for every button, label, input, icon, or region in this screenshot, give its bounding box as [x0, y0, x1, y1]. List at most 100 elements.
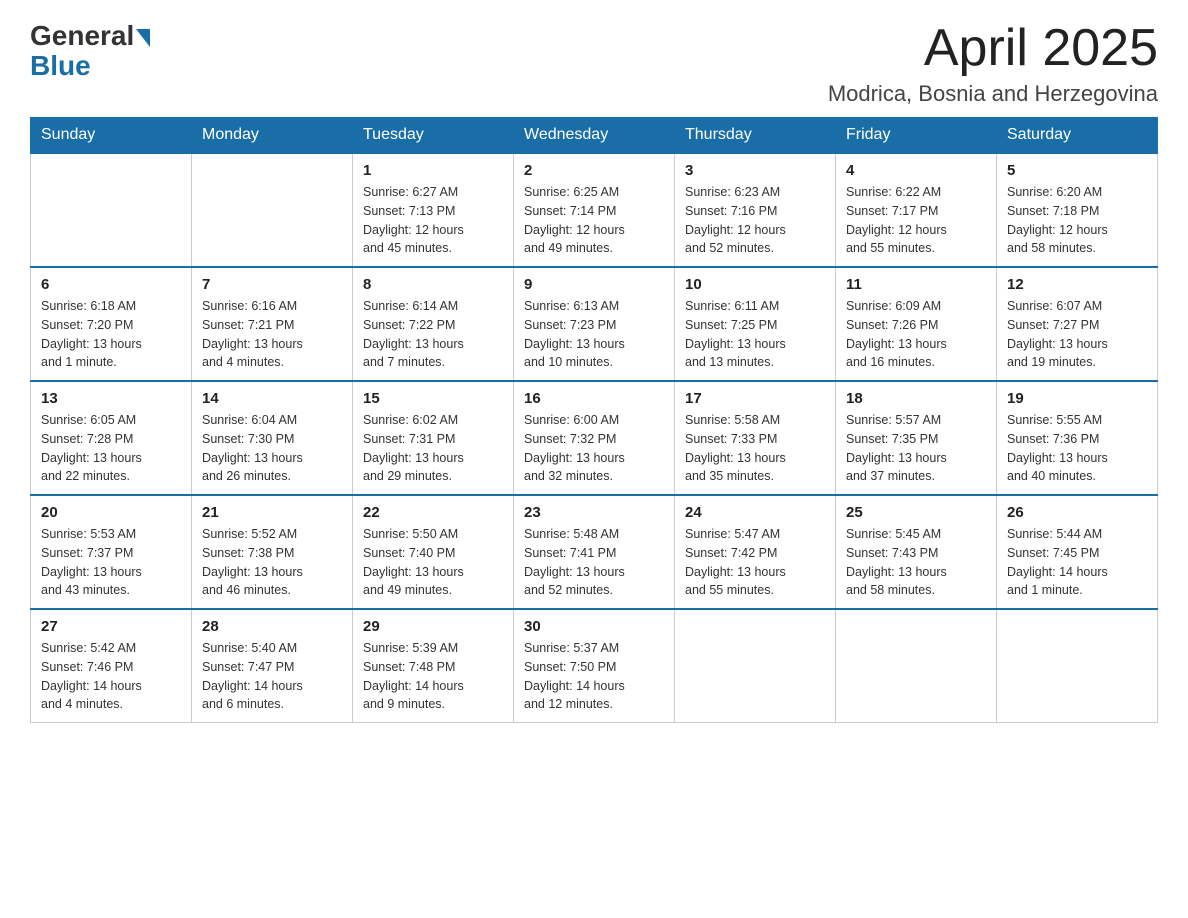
- day-number: 13: [41, 390, 181, 407]
- day-cell: 2 Sunrise: 6:25 AMSunset: 7:14 PMDaylight…: [514, 153, 675, 267]
- day-info: Sunrise: 6:04 AMSunset: 7:30 PMDaylight:…: [202, 411, 342, 486]
- day-cell: 11 Sunrise: 6:09 AMSunset: 7:26 PMDayligh…: [836, 267, 997, 381]
- page-header: General Blue April 2025 Modrica, Bosnia …: [30, 20, 1158, 107]
- day-cell: 19 Sunrise: 5:55 AMSunset: 7:36 PMDayligh…: [997, 381, 1158, 495]
- day-cell: 26Sunrise: 5:44 AMSunset: 7:45 PMDayligh…: [997, 495, 1158, 609]
- day-info: Sunrise: 5:58 AMSunset: 7:33 PMDaylight:…: [685, 411, 825, 486]
- calendar-subtitle: Modrica, Bosnia and Herzegovina: [828, 81, 1158, 107]
- day-cell: 3 Sunrise: 6:23 AMSunset: 7:16 PMDaylight…: [675, 153, 836, 267]
- day-cell: 20 Sunrise: 5:53 AMSunset: 7:37 PMDayligh…: [31, 495, 192, 609]
- day-cell: [675, 609, 836, 723]
- day-number: 22: [363, 504, 503, 521]
- day-number: 3: [685, 162, 825, 179]
- day-cell: 12 Sunrise: 6:07 AMSunset: 7:27 PMDayligh…: [997, 267, 1158, 381]
- day-number: 4: [846, 162, 986, 179]
- day-info: Sunrise: 6:14 AMSunset: 7:22 PMDaylight:…: [363, 297, 503, 372]
- day-info: Sunrise: 6:25 AMSunset: 7:14 PMDaylight:…: [524, 183, 664, 258]
- day-info: Sunrise: 5:40 AMSunset: 7:47 PMDaylight:…: [202, 639, 342, 714]
- day-info: Sunrise: 5:53 AMSunset: 7:37 PMDaylight:…: [41, 525, 181, 600]
- day-number: 11: [846, 276, 986, 293]
- day-info: Sunrise: 5:55 AMSunset: 7:36 PMDaylight:…: [1007, 411, 1147, 486]
- day-number: 27: [41, 618, 181, 635]
- header-cell-thursday: Thursday: [675, 118, 836, 154]
- day-cell: 25 Sunrise: 5:45 AMSunset: 7:43 PMDayligh…: [836, 495, 997, 609]
- day-info: Sunrise: 5:45 AMSunset: 7:43 PMDaylight:…: [846, 525, 986, 600]
- day-cell: [31, 153, 192, 267]
- day-cell: 21 Sunrise: 5:52 AMSunset: 7:38 PMDayligh…: [192, 495, 353, 609]
- day-number: 29: [363, 618, 503, 635]
- day-info: Sunrise: 6:18 AMSunset: 7:20 PMDaylight:…: [41, 297, 181, 372]
- day-cell: 4Sunrise: 6:22 AMSunset: 7:17 PMDaylight…: [836, 153, 997, 267]
- day-cell: 27 Sunrise: 5:42 AMSunset: 7:46 PMDayligh…: [31, 609, 192, 723]
- day-cell: 9 Sunrise: 6:13 AMSunset: 7:23 PMDaylight…: [514, 267, 675, 381]
- day-info: Sunrise: 6:16 AMSunset: 7:21 PMDaylight:…: [202, 297, 342, 372]
- day-cell: 1 Sunrise: 6:27 AMSunset: 7:13 PMDaylight…: [353, 153, 514, 267]
- day-info: Sunrise: 6:13 AMSunset: 7:23 PMDaylight:…: [524, 297, 664, 372]
- day-number: 1: [363, 162, 503, 179]
- day-info: Sunrise: 5:50 AMSunset: 7:40 PMDaylight:…: [363, 525, 503, 600]
- day-number: 21: [202, 504, 342, 521]
- logo: General Blue: [30, 20, 150, 82]
- day-info: Sunrise: 6:23 AMSunset: 7:16 PMDaylight:…: [685, 183, 825, 258]
- day-cell: 15 Sunrise: 6:02 AMSunset: 7:31 PMDayligh…: [353, 381, 514, 495]
- day-info: Sunrise: 5:52 AMSunset: 7:38 PMDaylight:…: [202, 525, 342, 600]
- day-number: 16: [524, 390, 664, 407]
- calendar-title: April 2025: [828, 20, 1158, 77]
- day-number: 28: [202, 618, 342, 635]
- day-info: Sunrise: 6:11 AMSunset: 7:25 PMDaylight:…: [685, 297, 825, 372]
- week-row-2: 6 Sunrise: 6:18 AMSunset: 7:20 PMDaylight…: [31, 267, 1158, 381]
- day-number: 20: [41, 504, 181, 521]
- title-section: April 2025 Modrica, Bosnia and Herzegovi…: [828, 20, 1158, 107]
- day-number: 24: [685, 504, 825, 521]
- day-number: 9: [524, 276, 664, 293]
- day-info: Sunrise: 5:39 AMSunset: 7:48 PMDaylight:…: [363, 639, 503, 714]
- day-cell: 8 Sunrise: 6:14 AMSunset: 7:22 PMDaylight…: [353, 267, 514, 381]
- day-cell: 17Sunrise: 5:58 AMSunset: 7:33 PMDayligh…: [675, 381, 836, 495]
- day-cell: 16 Sunrise: 6:00 AMSunset: 7:32 PMDayligh…: [514, 381, 675, 495]
- day-number: 19: [1007, 390, 1147, 407]
- day-cell: [192, 153, 353, 267]
- logo-blue: Blue: [30, 50, 91, 82]
- day-number: 23: [524, 504, 664, 521]
- day-info: Sunrise: 6:02 AMSunset: 7:31 PMDaylight:…: [363, 411, 503, 486]
- day-number: 14: [202, 390, 342, 407]
- day-cell: [836, 609, 997, 723]
- header-row: SundayMondayTuesdayWednesdayThursdayFrid…: [31, 118, 1158, 154]
- day-cell: 18Sunrise: 5:57 AMSunset: 7:35 PMDayligh…: [836, 381, 997, 495]
- day-info: Sunrise: 5:44 AMSunset: 7:45 PMDaylight:…: [1007, 525, 1147, 600]
- day-cell: 5Sunrise: 6:20 AMSunset: 7:18 PMDaylight…: [997, 153, 1158, 267]
- day-number: 5: [1007, 162, 1147, 179]
- day-cell: 29 Sunrise: 5:39 AMSunset: 7:48 PMDayligh…: [353, 609, 514, 723]
- day-cell: 6 Sunrise: 6:18 AMSunset: 7:20 PMDaylight…: [31, 267, 192, 381]
- day-info: Sunrise: 6:07 AMSunset: 7:27 PMDaylight:…: [1007, 297, 1147, 372]
- header-cell-friday: Friday: [836, 118, 997, 154]
- header-cell-monday: Monday: [192, 118, 353, 154]
- day-info: Sunrise: 6:00 AMSunset: 7:32 PMDaylight:…: [524, 411, 664, 486]
- week-row-3: 13Sunrise: 6:05 AMSunset: 7:28 PMDayligh…: [31, 381, 1158, 495]
- week-row-1: 1 Sunrise: 6:27 AMSunset: 7:13 PMDaylight…: [31, 153, 1158, 267]
- week-row-5: 27 Sunrise: 5:42 AMSunset: 7:46 PMDayligh…: [31, 609, 1158, 723]
- day-cell: 24 Sunrise: 5:47 AMSunset: 7:42 PMDayligh…: [675, 495, 836, 609]
- day-cell: 13Sunrise: 6:05 AMSunset: 7:28 PMDayligh…: [31, 381, 192, 495]
- day-info: Sunrise: 6:09 AMSunset: 7:26 PMDaylight:…: [846, 297, 986, 372]
- day-number: 30: [524, 618, 664, 635]
- day-cell: 14 Sunrise: 6:04 AMSunset: 7:30 PMDayligh…: [192, 381, 353, 495]
- logo-arrow-icon: [136, 29, 150, 47]
- day-info: Sunrise: 5:42 AMSunset: 7:46 PMDaylight:…: [41, 639, 181, 714]
- day-info: Sunrise: 5:48 AMSunset: 7:41 PMDaylight:…: [524, 525, 664, 600]
- day-info: Sunrise: 6:27 AMSunset: 7:13 PMDaylight:…: [363, 183, 503, 258]
- header-cell-saturday: Saturday: [997, 118, 1158, 154]
- day-number: 25: [846, 504, 986, 521]
- day-number: 2: [524, 162, 664, 179]
- day-number: 15: [363, 390, 503, 407]
- logo-general: General: [30, 20, 134, 52]
- day-cell: [997, 609, 1158, 723]
- day-number: 6: [41, 276, 181, 293]
- day-cell: 22 Sunrise: 5:50 AMSunset: 7:40 PMDayligh…: [353, 495, 514, 609]
- day-cell: 10Sunrise: 6:11 AMSunset: 7:25 PMDayligh…: [675, 267, 836, 381]
- day-number: 7: [202, 276, 342, 293]
- day-cell: 23 Sunrise: 5:48 AMSunset: 7:41 PMDayligh…: [514, 495, 675, 609]
- day-info: Sunrise: 5:47 AMSunset: 7:42 PMDaylight:…: [685, 525, 825, 600]
- day-number: 8: [363, 276, 503, 293]
- day-number: 12: [1007, 276, 1147, 293]
